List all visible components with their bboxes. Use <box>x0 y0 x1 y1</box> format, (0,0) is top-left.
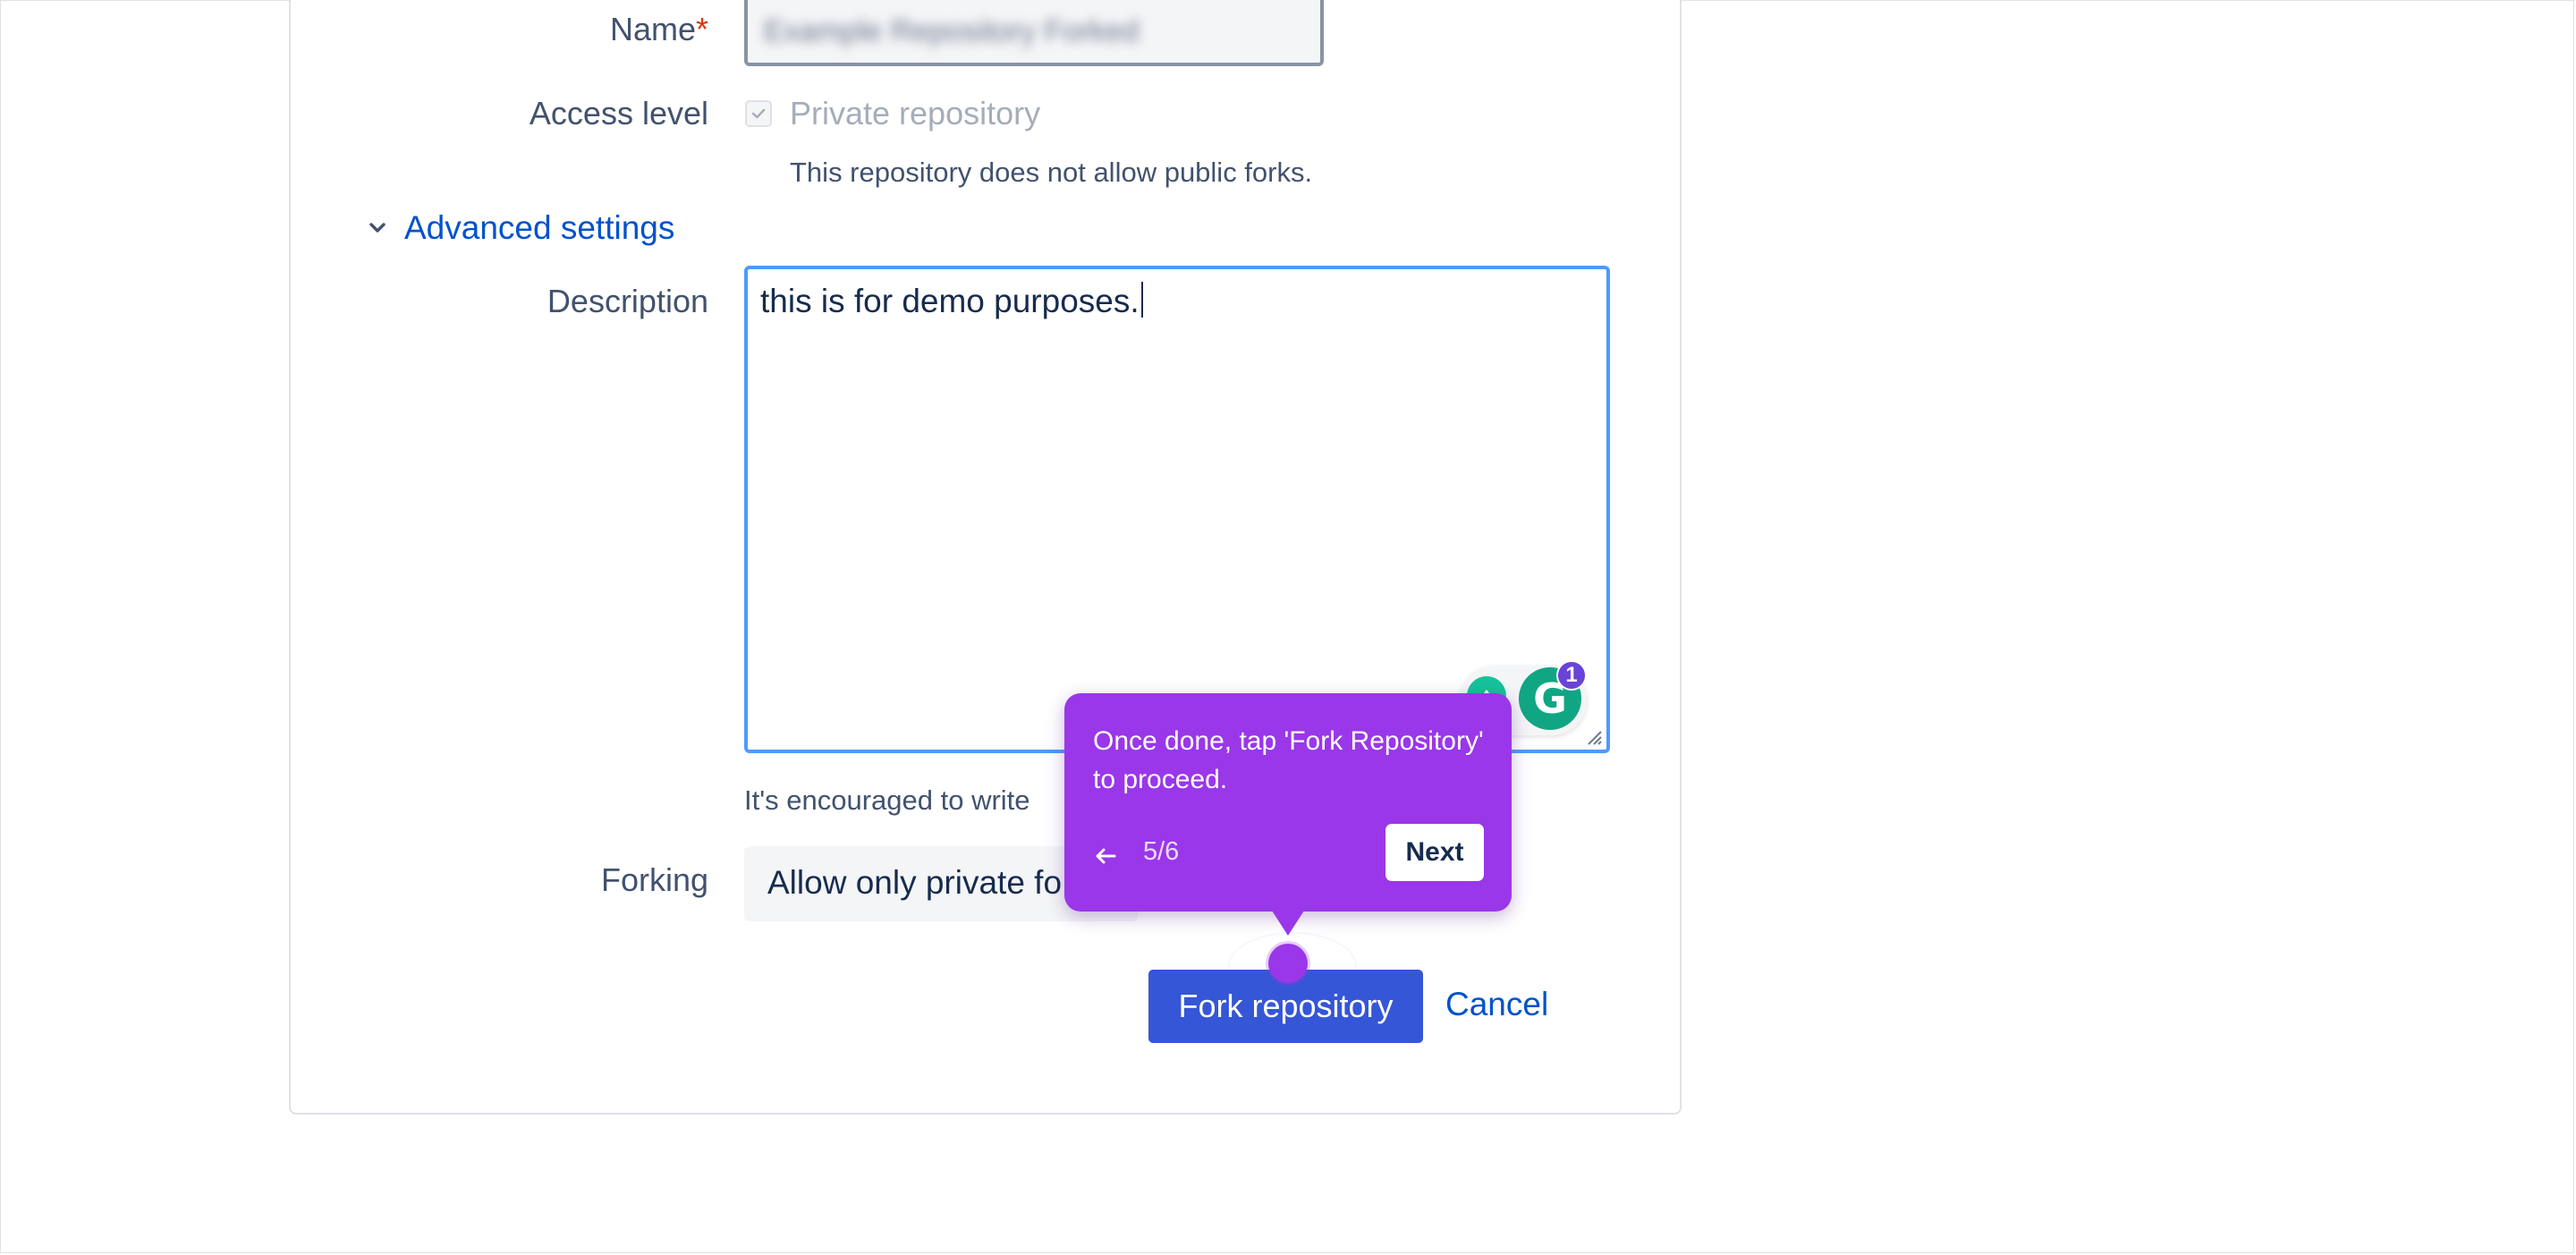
advanced-settings-label: Advanced settings <box>404 209 675 246</box>
resize-handle-icon[interactable] <box>1585 728 1603 746</box>
name-input[interactable]: Example Repository Forked <box>744 0 1324 66</box>
tour-tooltip: Once done, tap 'Fork Repository' to proc… <box>1064 693 1512 912</box>
description-help-text: It's encouraged to write <box>744 784 1030 816</box>
private-help-text: This repository does not allow public fo… <box>790 157 1313 188</box>
cancel-link[interactable]: Cancel <box>1445 986 1548 1023</box>
access-level-label: Access level <box>529 95 708 131</box>
private-repository-checkbox[interactable] <box>745 100 772 127</box>
tour-next-button[interactable]: Next <box>1385 824 1484 881</box>
description-text: this is for demo purposes. <box>760 283 1140 319</box>
forking-label: Forking <box>600 861 708 898</box>
tour-step-counter: 5/6 <box>1143 837 1180 866</box>
private-repository-label: Private repository <box>790 95 1041 131</box>
tour-hotspot[interactable] <box>1268 944 1308 983</box>
name-label: Name* <box>609 11 708 47</box>
advanced-settings-toggle[interactable]: Advanced settings <box>367 209 674 247</box>
name-input-value: Example Repository Forked <box>764 14 1140 48</box>
text-caret <box>1140 282 1143 318</box>
tour-message: Once done, tap 'Fork Repository' to proc… <box>1093 726 1484 794</box>
description-label: Description <box>547 283 708 319</box>
chevron-down-icon <box>369 223 386 233</box>
required-mark: * <box>695 11 708 47</box>
grammarly-badge: 1 <box>1556 660 1587 691</box>
arrow-left-icon[interactable] <box>1089 840 1122 872</box>
checkmark-icon <box>751 108 766 119</box>
forking-select-value: Allow only private fo <box>767 864 1063 901</box>
tooltip-pointer <box>1272 911 1304 936</box>
